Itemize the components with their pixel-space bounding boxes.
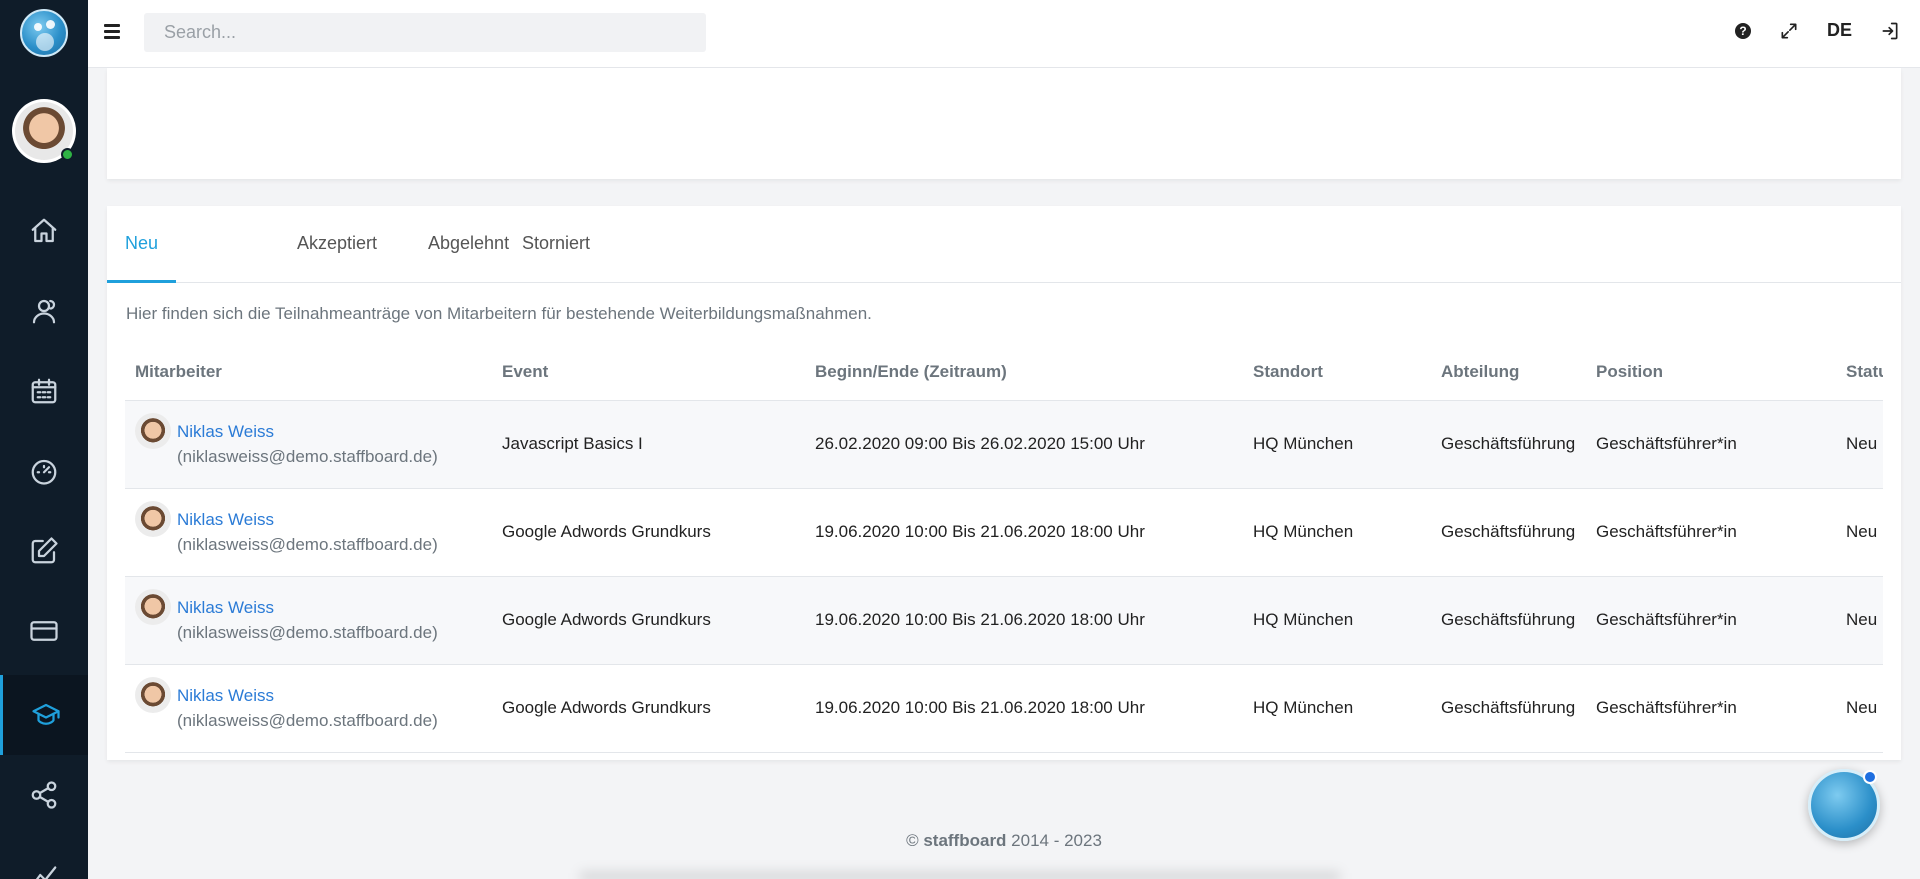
graduation-cap-icon <box>31 703 60 725</box>
employee-avatar <box>135 589 171 625</box>
cell-employee: Niklas Weiss (niklasweiss@demo.staffboar… <box>125 664 492 753</box>
sidebar-item-home[interactable] <box>0 191 88 271</box>
cell-location: HQ München <box>1243 664 1431 753</box>
cell-department: Geschäftsführung <box>1431 576 1586 665</box>
cell-location: HQ München <box>1243 488 1431 577</box>
calendar-icon <box>31 378 57 404</box>
cell-location: HQ München <box>1243 400 1431 489</box>
chart-icon <box>35 866 57 879</box>
tab-new[interactable]: Neu <box>107 206 177 283</box>
employee-email: (niklasweiss@demo.staffboard.de) <box>177 711 438 730</box>
sidebar-item-training[interactable] <box>0 675 88 755</box>
help-icon[interactable]: ? <box>1734 22 1751 39</box>
table-row[interactable]: Niklas Weiss (niklasweiss@demo.staffboar… <box>125 576 1883 665</box>
users-icon <box>32 299 56 324</box>
cell-employee: Niklas Weiss (niklasweiss@demo.staffboar… <box>125 400 492 489</box>
topbar: ? DE <box>88 0 1920 68</box>
column-header-employee[interactable]: Mitarbeiter <box>125 344 492 401</box>
employee-name-link[interactable]: Niklas Weiss <box>177 507 438 532</box>
sidebar-item-dashboard[interactable] <box>0 431 88 511</box>
footer-brand: staffboard <box>923 831 1007 850</box>
training-requests-card: Neu Akzeptiert Abgelehnt Storniert Hier … <box>107 206 1901 760</box>
cell-location: HQ München <box>1243 576 1431 665</box>
app-logo[interactable] <box>20 9 68 57</box>
topbar-actions: ? DE <box>1734 20 1900 41</box>
share-icon <box>31 781 57 809</box>
home-icon <box>31 218 57 243</box>
requests-table: Mitarbeiter Event Beginn/Ende (Zeitraum)… <box>125 344 1883 753</box>
cell-period: 26.02.2020 09:00 Bis 26.02.2020 15:00 Uh… <box>805 400 1243 489</box>
cell-position: Geschäftsführer*in <box>1586 400 1836 489</box>
top-card <box>107 68 1901 179</box>
cell-period: 19.06.2020 10:00 Bis 21.06.2020 18:00 Uh… <box>805 576 1243 665</box>
cell-position: Geschäftsführer*in <box>1586 576 1836 665</box>
employee-name-link[interactable]: Niklas Weiss <box>177 595 438 620</box>
search-input[interactable] <box>144 13 706 52</box>
employee-name-link[interactable]: Niklas Weiss <box>177 683 438 708</box>
status-tabs: Neu Akzeptiert Abgelehnt Storniert <box>107 206 1901 283</box>
footer-copyright: © <box>906 831 924 850</box>
language-switch[interactable]: DE <box>1827 20 1852 41</box>
fullscreen-icon[interactable] <box>1779 21 1799 41</box>
cell-employee: Niklas Weiss (niklasweiss@demo.staffboar… <box>125 576 492 665</box>
column-header-period[interactable]: Beginn/Ende (Zeitraum) <box>805 344 1243 401</box>
menu-icon[interactable] <box>104 24 120 44</box>
column-header-department[interactable]: Abteilung <box>1431 344 1586 401</box>
employee-avatar <box>135 677 171 713</box>
cell-employee: Niklas Weiss (niklasweiss@demo.staffboar… <box>125 488 492 577</box>
employee-email: (niklasweiss@demo.staffboard.de) <box>177 535 438 554</box>
sidebar-item-share[interactable] <box>0 755 88 835</box>
cell-department: Geschäftsführung <box>1431 400 1586 489</box>
cell-event: Google Adwords Grundkurs <box>492 664 805 753</box>
column-header-position[interactable]: Position <box>1586 344 1836 401</box>
cell-status: Neu <box>1836 576 1883 665</box>
column-header-location[interactable]: Standort <box>1243 344 1431 401</box>
sidebar-item-payments[interactable] <box>0 591 88 671</box>
table-header-row: Mitarbeiter Event Beginn/Ende (Zeitraum)… <box>125 344 1883 401</box>
edit-icon <box>31 537 58 564</box>
tab-cancelled[interactable]: Storniert <box>504 206 608 283</box>
logout-icon[interactable] <box>1880 21 1900 41</box>
user-avatar[interactable] <box>12 99 76 163</box>
table-row[interactable]: Niklas Weiss (niklasweiss@demo.staffboar… <box>125 400 1883 489</box>
tab-accepted[interactable]: Akzeptiert <box>279 206 395 283</box>
sidebar-item-employees[interactable] <box>0 271 88 351</box>
cell-position: Geschäftsführer*in <box>1586 664 1836 753</box>
sidebar-item-reviews[interactable] <box>0 511 88 591</box>
card-icon <box>30 621 58 641</box>
cell-event: Google Adwords Grundkurs <box>492 488 805 577</box>
footer: © staffboard 2014 - 2023 <box>88 831 1920 851</box>
footer-years: 2014 - 2023 <box>1006 831 1102 850</box>
column-header-event[interactable]: Event <box>492 344 805 401</box>
employee-avatar <box>135 501 171 537</box>
cell-department: Geschäftsführung <box>1431 664 1586 753</box>
employee-avatar <box>135 413 171 449</box>
sidebar <box>0 0 88 879</box>
bottom-shadow <box>580 872 1340 879</box>
notification-badge <box>1863 770 1877 784</box>
cell-event: Google Adwords Grundkurs <box>492 576 805 665</box>
online-status-indicator <box>61 148 74 161</box>
tab-description: Hier finden sich die Teilnahmeanträge vo… <box>126 304 872 323</box>
gauge-icon <box>31 459 57 485</box>
cell-position: Geschäftsführer*in <box>1586 488 1836 577</box>
table-row[interactable]: Niklas Weiss (niklasweiss@demo.staffboar… <box>125 488 1883 577</box>
cell-department: Geschäftsführung <box>1431 488 1586 577</box>
cell-period: 19.06.2020 10:00 Bis 21.06.2020 18:00 Uh… <box>805 488 1243 577</box>
cell-period: 19.06.2020 10:00 Bis 21.06.2020 18:00 Uh… <box>805 664 1243 753</box>
table-row[interactable]: Niklas Weiss (niklasweiss@demo.staffboar… <box>125 664 1883 753</box>
sidebar-item-calendar[interactable] <box>0 351 88 431</box>
cell-event: Javascript Basics I <box>492 400 805 489</box>
cell-status: Neu <box>1836 488 1883 577</box>
cell-status: Neu <box>1836 664 1883 753</box>
column-header-status[interactable]: Status <box>1836 344 1883 401</box>
employee-email: (niklasweiss@demo.staffboard.de) <box>177 623 438 642</box>
employee-email: (niklasweiss@demo.staffboard.de) <box>177 447 438 466</box>
requests-table-wrap[interactable]: Mitarbeiter Event Beginn/Ende (Zeitraum)… <box>125 344 1883 753</box>
employee-name-link[interactable]: Niklas Weiss <box>177 419 438 444</box>
sidebar-item-reports[interactable] <box>0 835 88 879</box>
cell-status: Neu <box>1836 400 1883 489</box>
